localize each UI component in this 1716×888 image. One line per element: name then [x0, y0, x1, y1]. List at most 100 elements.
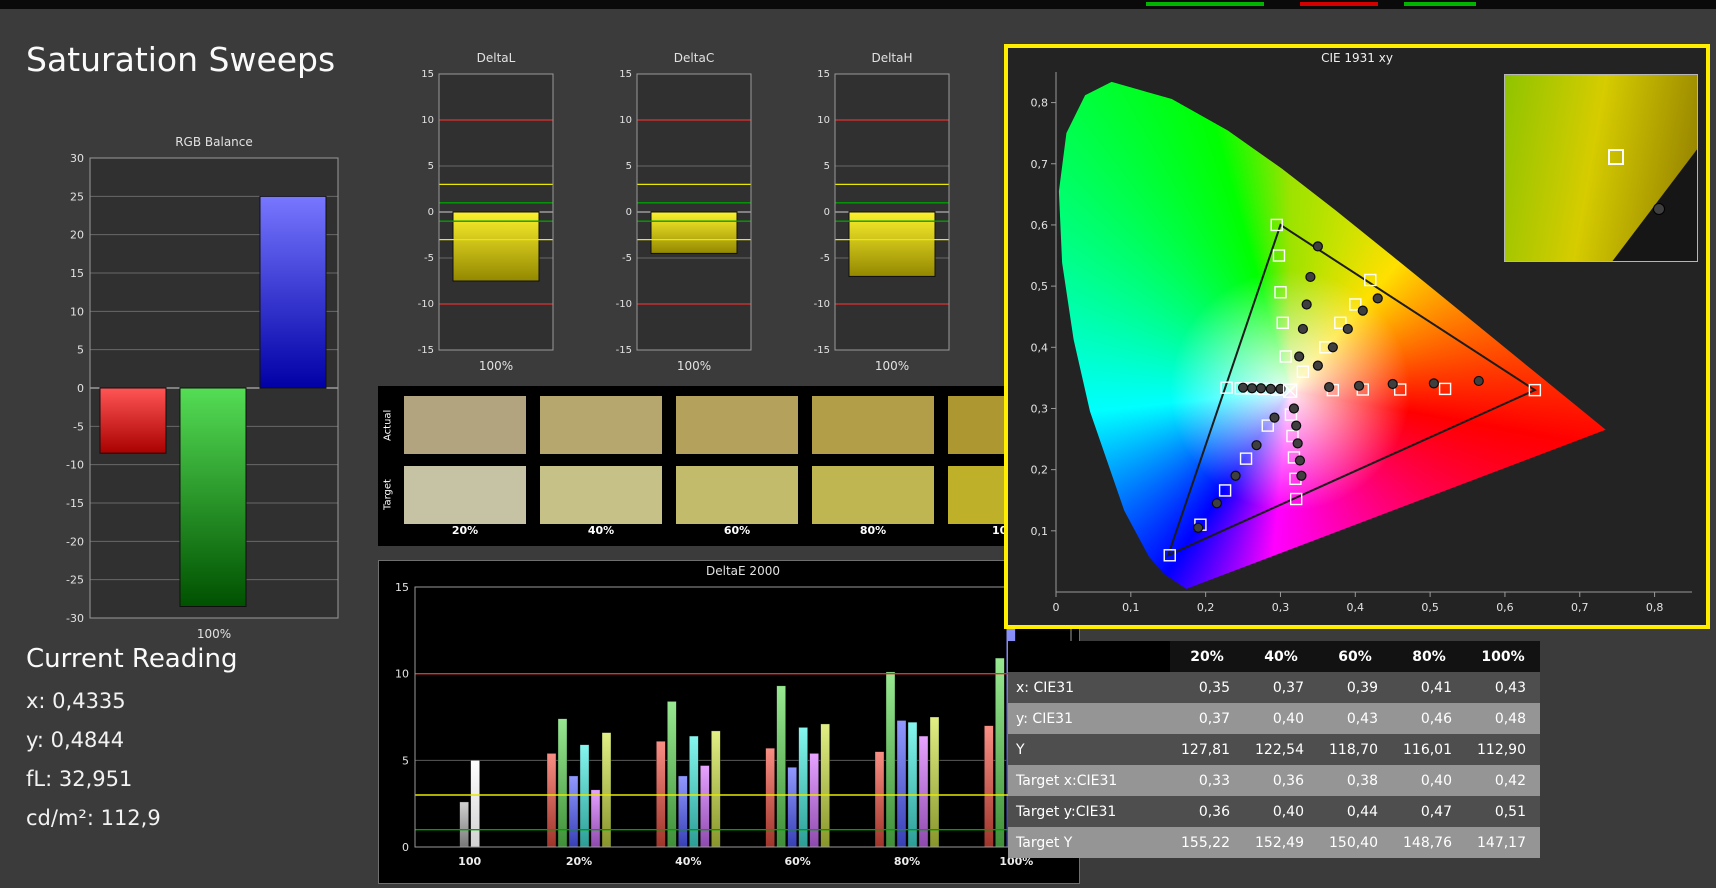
table-row-label: Target x:CIE31	[1016, 772, 1118, 789]
saturation-data-table[interactable]: 20% 40% 60% 80% 100% x: CIE31 0,35 0,37 0,39 0,41…	[1008, 641, 1540, 858]
table-row-label: Target y:CIE31	[1016, 803, 1117, 820]
de-bar	[787, 766, 797, 848]
axis-label: 10	[421, 115, 434, 126]
table-cell: 147,17	[1477, 834, 1526, 851]
de-bar	[896, 720, 907, 848]
axis-label: -15	[814, 345, 830, 356]
delta-l-svg: DeltaL -15 -10 -5 0 5 10 15 100%	[418, 51, 554, 373]
axis-label: 0,2	[1197, 601, 1215, 614]
delta-e-svg: DeltaE 2000051015100 20% 40% 60% 80% 100%	[395, 564, 1072, 868]
cie-1931-chart-selected[interactable]: CIE 1931 xy 0 0,1 0,1 0,2 0,2 0,3 0,3 0,4 0,4 0,5 0…	[1004, 44, 1710, 629]
axis-label: DeltaE 2000	[706, 564, 780, 578]
delta-e-2000-chart[interactable]: DeltaE 2000 0 5 10 15 100 20% 40% 60% 80% 100%	[378, 560, 1080, 884]
axis-label: 0,6	[1496, 601, 1514, 614]
swatch-row-label-target: Target	[382, 479, 394, 511]
axis-label: 100%	[197, 627, 231, 641]
axis-label: 0,5	[1421, 601, 1439, 614]
de-bar	[568, 775, 579, 848]
table-cell: 0,36	[1198, 803, 1230, 820]
axis-label: 15	[421, 69, 434, 80]
target-marker-blue	[1239, 452, 1253, 465]
swatch-actual-60%	[676, 396, 798, 454]
table-row-label: Y	[1016, 741, 1025, 758]
measured-dot-yellow	[1372, 293, 1383, 304]
axis-label: 0,2	[1031, 464, 1049, 477]
table-cell: 0,47	[1420, 803, 1452, 820]
axis-label: 100%	[677, 359, 711, 373]
swatch-column-label: 60%	[723, 524, 751, 537]
table-cell: 0,43	[1346, 710, 1378, 727]
axis-label: 30	[70, 152, 84, 165]
delta-h-chart[interactable]: DeltaH -15 -10 -5 0 5 10 15 100%	[795, 50, 955, 382]
table-cell: 0,37	[1198, 710, 1230, 727]
delta-c-svg: DeltaC -15 -10 -5 0 5 10 15 100%	[616, 51, 752, 373]
axis-label: RGB Balance	[175, 135, 253, 149]
measured-dot-blue	[1193, 522, 1204, 533]
swatch-actual-40%	[540, 396, 662, 454]
axis-label: 40%	[675, 855, 701, 868]
axis-label: 0,4	[1347, 601, 1365, 614]
table-cell: 0,35	[1198, 679, 1230, 696]
axis-label: -5	[820, 253, 830, 264]
target-marker-green	[1274, 286, 1287, 299]
axis-label: 0,8	[1031, 97, 1049, 110]
axis-label: DeltaH	[871, 51, 912, 65]
saturation-swatches-panel[interactable]: ActualTarget20%40%60%80%100%	[378, 386, 1080, 546]
table-cell: 0,48	[1494, 710, 1526, 727]
top-accent-mark	[1300, 2, 1378, 6]
axis-label: -10	[66, 459, 84, 472]
table-cell: 0,39	[1346, 679, 1378, 696]
plot-background	[415, 587, 1071, 847]
axis-label: 0,4	[1031, 341, 1049, 354]
table-cell: 0,43	[1494, 679, 1526, 696]
axis-label: 80%	[894, 855, 920, 868]
de-bar	[557, 718, 568, 848]
table-row: x: CIE31 0,35 0,37 0,39 0,41 0,43	[1008, 672, 1540, 703]
table-cell: 116,01	[1403, 741, 1452, 758]
page-title: Saturation Sweeps	[26, 40, 336, 79]
axis-label: 20%	[566, 855, 592, 868]
top-accent-mark	[1404, 2, 1476, 6]
table-cell: 150,40	[1329, 834, 1378, 851]
axis-label: -10	[814, 299, 830, 310]
axis-label: DeltaL	[477, 51, 516, 65]
delta-c-chart[interactable]: DeltaC -15 -10 -5 0 5 10 15 100%	[597, 50, 757, 382]
swatch-actual-20%	[404, 396, 526, 454]
axis-label: 15	[619, 69, 632, 80]
cie-marker-layer	[1163, 218, 1542, 562]
table-cell: 0,41	[1420, 679, 1452, 696]
rgb-balance-chart[interactable]: RGB Balance -30 -25 -20 -15 -10 -5 0 5 10 15 20 25 30…	[44, 132, 344, 644]
measured-dot-red	[1473, 375, 1484, 387]
measured-dot-red	[1387, 378, 1398, 390]
de-bar	[765, 747, 775, 848]
table-cell: 148,76	[1403, 834, 1452, 851]
measured-dot-blue	[1269, 412, 1280, 423]
de-bar	[470, 760, 480, 848]
swatch-row-label-actual: Actual	[382, 409, 394, 441]
saturation-table: 20% 40% 60% 80% 100% x: CIE31 0,35 0,37 0,39 0,41…	[1008, 641, 1540, 858]
table-cell: 112,90	[1477, 741, 1526, 758]
axis-label: 0,5	[1031, 280, 1049, 293]
measured-dot-yellow	[1357, 305, 1368, 316]
de-bar	[579, 744, 590, 848]
axis-label: 10	[817, 115, 830, 126]
swatch-column-label: 20%	[451, 524, 479, 537]
top-accent-bar	[0, 0, 1716, 9]
table-cell: 127,81	[1181, 741, 1230, 758]
gamut-triangle	[1166, 223, 1537, 558]
axis-label: -5	[73, 420, 84, 433]
measured-dot-red	[1353, 380, 1365, 391]
cie-zoom-inset[interactable]	[1504, 74, 1698, 262]
target-marker-yellow	[1296, 365, 1310, 378]
table-row: y: CIE31 0,37 0,40 0,43 0,46 0,48	[1008, 703, 1540, 734]
delta-l-chart[interactable]: DeltaL -15 -10 -5 0 5 10 15 100%	[399, 50, 559, 382]
table-column-header: 100%	[1466, 641, 1540, 672]
swatch-column-label: 80%	[859, 524, 887, 537]
de-bar	[678, 775, 688, 848]
de-bar	[809, 753, 819, 848]
axis-label: -15	[616, 345, 632, 356]
axis-label: 100	[458, 855, 481, 868]
table-cell: 0,38	[1346, 772, 1378, 789]
axis-label: 60%	[784, 855, 810, 868]
axis-label: 0,6	[1031, 219, 1049, 232]
